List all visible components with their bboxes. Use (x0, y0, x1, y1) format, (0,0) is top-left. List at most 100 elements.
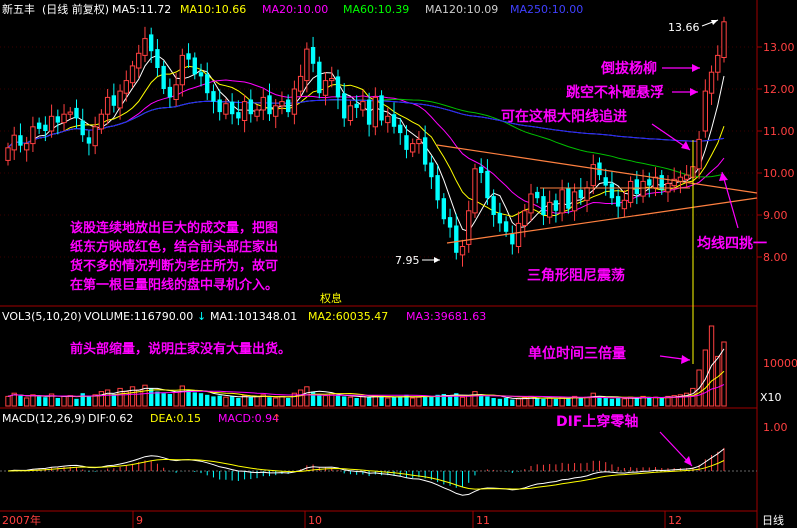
volume-bar (236, 398, 241, 406)
volume-bar (609, 398, 615, 406)
candle (279, 91, 285, 115)
volume-bar (553, 398, 559, 406)
volume-bar (248, 397, 253, 406)
candle-body (553, 200, 559, 211)
candle (347, 100, 354, 126)
candle-body (515, 222, 522, 247)
volume-bar (466, 395, 472, 407)
candle-body (391, 114, 397, 127)
candle-body (535, 191, 540, 199)
candle-body (335, 76, 341, 98)
candle (634, 170, 640, 205)
candle (652, 167, 659, 197)
candle (459, 239, 466, 267)
candle (155, 39, 160, 77)
candle-body (541, 196, 546, 215)
price-tick: 10.00 (763, 167, 795, 180)
annotation-triangle: 三角形阻尼震荡 (527, 267, 625, 284)
volume-bar (659, 398, 664, 406)
candle-body (621, 199, 628, 210)
ma10-label: MA10:10.66 (180, 3, 246, 16)
annotations: 倒拔杨柳 跳空不补砸悬浮 可在这根大阳线追进 该股连续地放出巨大的成交量，把图 … (70, 60, 767, 430)
candle (217, 89, 222, 121)
candle (708, 65, 715, 105)
volume-bar (479, 394, 484, 406)
candle-body (241, 101, 248, 121)
candle-body (491, 196, 496, 215)
candle-body (609, 183, 615, 199)
volume-bar (23, 397, 30, 407)
volume-bar (192, 392, 197, 406)
candle (435, 165, 440, 209)
x-label: 10 (308, 514, 322, 527)
price-tick: 9.00 (763, 209, 788, 222)
volume-bar (541, 398, 546, 406)
candle (86, 130, 92, 156)
candle (447, 208, 453, 238)
candle-body (329, 78, 335, 82)
volume-bar (546, 397, 553, 407)
volume-bar (429, 396, 434, 406)
volume-title: VOL3(5,10,20) (2, 310, 82, 323)
candle-body (123, 80, 129, 94)
candle (335, 69, 341, 110)
period-label: (日线 前复权) (42, 2, 109, 16)
candle (304, 42, 310, 93)
candle-body (155, 49, 160, 68)
annotation-body-1: 该股连续地放出巨大的成交量，把图 (70, 220, 278, 236)
volume-bar (129, 386, 136, 407)
volume-bar (416, 396, 422, 407)
volume-bar (652, 396, 659, 407)
volume-bar (229, 396, 235, 406)
candle-body (634, 179, 640, 194)
candle-body (43, 124, 48, 131)
candle-body (652, 176, 659, 189)
volume-bar (317, 394, 322, 406)
candle-body (584, 187, 590, 201)
candle-body (92, 126, 98, 147)
volume-bar (297, 389, 304, 407)
candle-body (416, 138, 422, 145)
candle (18, 123, 23, 153)
volume-bar (211, 396, 216, 406)
candle-body (503, 221, 509, 232)
candle (366, 92, 372, 137)
candle (379, 90, 384, 126)
candle (391, 102, 397, 134)
volume-bar (67, 395, 73, 407)
volume-bar (198, 393, 204, 406)
candle (310, 36, 316, 73)
candle-body (80, 120, 85, 136)
volume-bar (223, 396, 229, 407)
volume-bar (217, 395, 222, 406)
candle-body (497, 212, 503, 224)
candle-body (142, 38, 148, 56)
candle-body (546, 201, 553, 218)
candle-body (354, 103, 359, 108)
volume-bar (18, 395, 23, 406)
dif-line (7, 448, 725, 496)
price-tick: 13.00 (763, 41, 795, 54)
candle-body (5, 147, 11, 161)
period-axis-label: 日线 (762, 513, 784, 527)
volume-bar (179, 385, 186, 407)
macd-panel (0, 447, 757, 496)
volume-arrow: ↓ (197, 310, 206, 323)
volume-bar (205, 394, 210, 406)
volume-bar (80, 393, 85, 406)
volume-bar (267, 397, 272, 406)
stock-name: 新五丰 (2, 2, 35, 16)
volume-bar (385, 397, 391, 407)
volume-bar (149, 388, 154, 406)
candle (528, 183, 534, 222)
candle-body (603, 177, 608, 186)
candle-body (410, 143, 416, 153)
volume-bar (342, 396, 347, 406)
volume-ma1: MA1:101348.01 (210, 310, 297, 323)
price-tick: 12.00 (763, 83, 795, 96)
candle (30, 116, 36, 152)
volume-bar (715, 355, 721, 407)
volume-bar (603, 398, 608, 406)
candle-body (566, 187, 571, 209)
candle-body (67, 111, 73, 115)
